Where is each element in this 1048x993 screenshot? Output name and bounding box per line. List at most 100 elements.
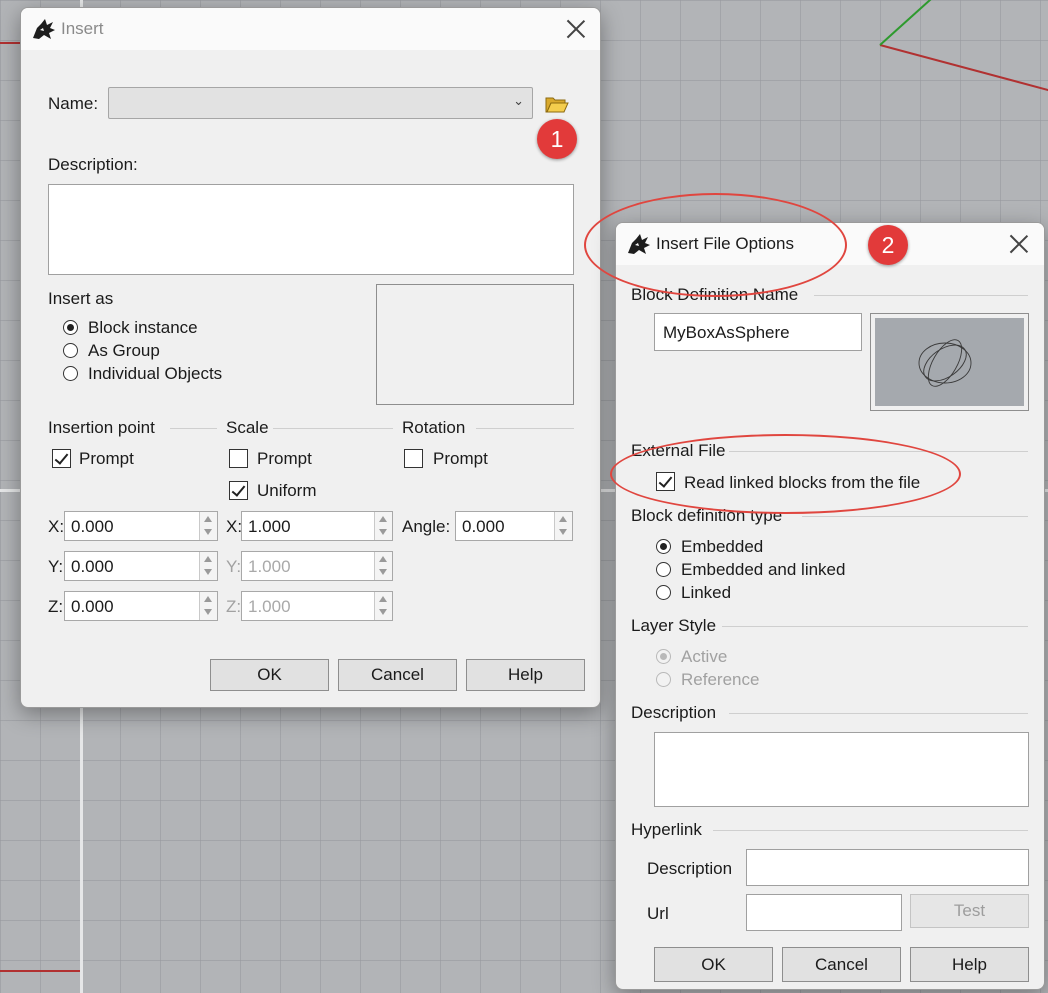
insert-as-label: Insert as: [48, 289, 114, 308]
scale-prompt-label: Prompt: [257, 449, 312, 468]
point-x-label: X:: [48, 517, 65, 536]
radio-layer-active: [656, 649, 671, 664]
scale-y-label: Y:: [226, 557, 242, 576]
rotation-prompt-label: Prompt: [433, 449, 488, 468]
hyperlink-description-label: Description: [647, 859, 733, 878]
point-z-value: 0.000: [71, 597, 114, 616]
embedded-label: Embedded: [681, 537, 764, 556]
point-y-value: 0.000: [71, 557, 114, 576]
embedded-and-linked-label: Embedded and linked: [681, 560, 846, 579]
block-def-preview: [870, 313, 1029, 411]
spin-buttons[interactable]: [199, 552, 217, 580]
test-button[interactable]: Test: [910, 894, 1029, 928]
ifo-help-button[interactable]: Help: [910, 947, 1029, 982]
insert-ok-button[interactable]: OK: [210, 659, 329, 691]
as-group-label: As Group: [88, 341, 160, 360]
hyperlink-description-input[interactable]: [746, 849, 1029, 886]
insert-file-options-close-button[interactable]: [1009, 234, 1029, 254]
insert-title: Insert: [61, 19, 104, 38]
spin-buttons[interactable]: [199, 592, 217, 620]
block-instance-label: Block instance: [88, 318, 198, 337]
spin-buttons[interactable]: [554, 512, 572, 540]
group-divider: [729, 713, 1028, 714]
angle-value: 0.000: [462, 517, 505, 536]
spin-buttons: [374, 552, 392, 580]
highlight-ellipse-read-linked: [610, 434, 961, 514]
uniform-checkbox[interactable]: [229, 481, 248, 500]
name-label: Name:: [48, 94, 99, 113]
insert-help-button[interactable]: Help: [466, 659, 585, 691]
radio-linked[interactable]: [656, 585, 671, 600]
point-x-input[interactable]: 0.000: [64, 511, 218, 541]
step-badge-1: 1: [537, 119, 577, 159]
folder-open-icon[interactable]: [545, 94, 569, 114]
angle-input[interactable]: 0.000: [455, 511, 573, 541]
url-label: Url: [647, 904, 669, 923]
scale-x-value: 1.000: [248, 517, 291, 536]
viewport-x-axis-line-right: [879, 44, 1048, 96]
chevron-down-icon: ⌄: [513, 93, 524, 108]
group-divider: [722, 626, 1028, 627]
block-def-name-input[interactable]: MyBoxAsSphere: [654, 313, 862, 351]
ifo-cancel-button[interactable]: Cancel: [782, 947, 901, 982]
group-divider: [713, 830, 1028, 831]
scale-z-input: 1.000: [241, 591, 393, 621]
ifo-description-textarea[interactable]: [654, 732, 1029, 807]
ifo-ok-button[interactable]: OK: [654, 947, 773, 982]
group-divider: [802, 516, 1028, 517]
radio-individual-objects[interactable]: [63, 366, 78, 381]
scale-y-input: 1.000: [241, 551, 393, 581]
insertion-prompt-label: Prompt: [79, 449, 134, 468]
block-def-name-value: MyBoxAsSphere: [663, 323, 790, 342]
description-textarea[interactable]: [48, 184, 574, 275]
insert-file-options-dialog: Insert File Options Block Definition Nam…: [615, 222, 1045, 990]
scale-x-input[interactable]: 1.000: [241, 511, 393, 541]
url-input[interactable]: [746, 894, 902, 931]
insert-dialog: Insert Name: ⌄ Description: Insert as Bl…: [20, 7, 601, 708]
spin-buttons[interactable]: [374, 512, 392, 540]
insert-close-button[interactable]: [566, 19, 586, 39]
block-preview: [376, 284, 574, 405]
uniform-label: Uniform: [257, 481, 317, 500]
group-divider: [273, 428, 393, 429]
scale-x-label: X:: [226, 517, 243, 536]
point-x-value: 0.000: [71, 517, 114, 536]
point-y-label: Y:: [48, 557, 64, 576]
angle-label: Angle:: [402, 517, 451, 536]
scale-prompt-checkbox[interactable]: [229, 449, 248, 468]
scale-label: Scale: [226, 418, 269, 437]
hyperlink-label: Hyperlink: [631, 820, 702, 839]
scale-z-value: 1.000: [248, 597, 291, 616]
individual-objects-label: Individual Objects: [88, 364, 223, 383]
radio-embedded[interactable]: [656, 539, 671, 554]
step-badge-2: 2: [868, 225, 908, 265]
point-z-label: Z:: [48, 597, 64, 616]
scale-z-label: Z:: [226, 597, 242, 616]
layer-reference-label: Reference: [681, 670, 760, 689]
insertion-point-label: Insertion point: [48, 418, 155, 437]
rotation-label: Rotation: [402, 418, 466, 437]
scale-y-value: 1.000: [248, 557, 291, 576]
rhino-logo-icon: [31, 16, 57, 42]
insert-cancel-button[interactable]: Cancel: [338, 659, 457, 691]
insertion-prompt-checkbox[interactable]: [52, 449, 71, 468]
spin-buttons[interactable]: [199, 512, 217, 540]
point-z-input[interactable]: 0.000: [64, 591, 218, 621]
radio-as-group[interactable]: [63, 343, 78, 358]
radio-embedded-and-linked[interactable]: [656, 562, 671, 577]
insert-titlebar: Insert: [21, 8, 600, 50]
radio-block-instance[interactable]: [63, 320, 78, 335]
linked-label: Linked: [681, 583, 732, 602]
name-combobox[interactable]: ⌄: [108, 87, 533, 119]
group-divider: [476, 428, 574, 429]
layer-active-label: Active: [681, 647, 728, 666]
highlight-ellipse-title: [584, 193, 847, 297]
viewport-x-axis-line-bottom: [0, 970, 80, 972]
point-y-input[interactable]: 0.000: [64, 551, 218, 581]
group-divider: [814, 295, 1028, 296]
ifo-description-label: Description: [631, 703, 717, 722]
viewport-y-axis-line: [879, 0, 933, 46]
rotation-prompt-checkbox[interactable]: [404, 449, 423, 468]
description-label: Description:: [48, 155, 138, 174]
spin-buttons: [374, 592, 392, 620]
